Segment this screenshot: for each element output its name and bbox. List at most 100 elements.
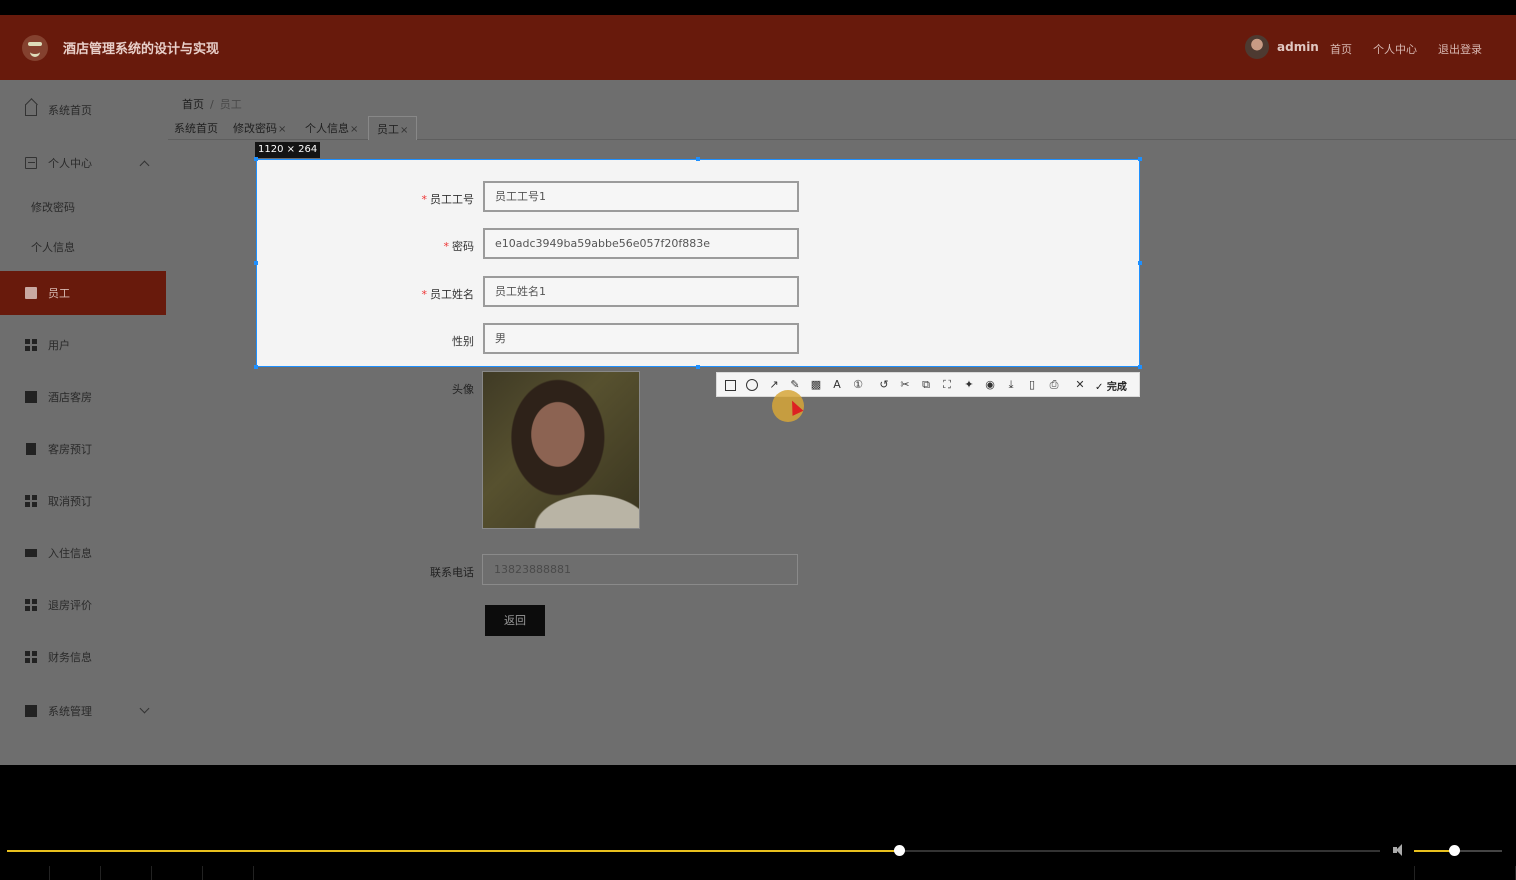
resize-handle[interactable] — [254, 261, 258, 265]
copy-icon[interactable]: ⧉ — [919, 378, 933, 392]
number-icon[interactable]: ① — [851, 378, 865, 392]
staff-name-field[interactable]: 员工姓名1 — [483, 276, 799, 307]
arrow-icon[interactable]: ↗ — [767, 378, 781, 392]
phone-field[interactable]: 13823888881 — [482, 554, 798, 585]
volume-handle[interactable] — [1448, 845, 1460, 856]
sidebar-item-hotel-rooms[interactable]: 酒店客房 — [0, 375, 166, 419]
resize-handle[interactable] — [1138, 261, 1142, 265]
download-icon[interactable]: ⤓ — [1004, 378, 1018, 392]
tab-system-home[interactable]: 系统首页 — [174, 116, 218, 140]
gender-field[interactable]: 男 — [483, 323, 799, 354]
video-player-bar — [0, 838, 1516, 880]
player-cell[interactable] — [153, 866, 203, 880]
sidebar-item-finance-info[interactable]: 财务信息 — [0, 635, 166, 679]
sidebar-item-checkout-review[interactable]: 退房评价 — [0, 583, 166, 627]
resize-handle[interactable] — [696, 365, 700, 369]
nav-link-home[interactable]: 首页 — [1330, 41, 1352, 57]
sidebar-item-label: 入住信息 — [48, 547, 92, 560]
chart-icon — [25, 391, 37, 403]
sidebar-item-label: 用户 — [48, 339, 70, 352]
sidebar-subitem-personal-info[interactable]: 个人信息 — [31, 239, 75, 255]
player-cell[interactable] — [0, 866, 50, 880]
bookmark-icon[interactable]: ⎙ — [1047, 378, 1061, 392]
chevron-up-icon — [139, 160, 150, 171]
sidebar-item-room-booking[interactable]: 客房预订 — [0, 427, 166, 471]
sidebar-item-label: 酒店客房 — [48, 391, 92, 404]
rectangle-icon[interactable] — [725, 380, 736, 391]
sidebar-item-users[interactable]: 用户 — [0, 323, 166, 367]
chevron-down-icon — [139, 703, 150, 714]
progress-handle[interactable] — [894, 845, 906, 856]
player-cell[interactable] — [102, 866, 152, 880]
volume-slider[interactable] — [1414, 845, 1502, 856]
grid-icon — [25, 339, 37, 351]
player-cell[interactable] — [51, 866, 101, 880]
staff-id-field[interactable]: 员工工号1 — [483, 181, 799, 212]
sidebar-item-cancel-booking[interactable]: 取消预订 — [0, 479, 166, 523]
ticket-icon — [25, 549, 37, 557]
phone-label: 联系电话 — [430, 566, 474, 579]
hotel-logo-icon — [22, 35, 48, 61]
screenshot-selection[interactable]: * 员工工号 员工工号1 * 密码 e10adc3949ba59abbe56e057… — [254, 157, 1142, 369]
sidebar-item-home[interactable]: 系统首页 — [0, 88, 166, 132]
tab-personal-info[interactable]: 个人信息× — [305, 116, 358, 140]
sidebar-item-label: 个人中心 — [48, 157, 92, 170]
fullscreen-icon[interactable]: ⛶ — [940, 378, 954, 392]
circle-icon[interactable] — [746, 379, 758, 391]
progress-fill — [7, 850, 900, 852]
check-icon: ✓ — [1095, 382, 1104, 393]
resize-handle[interactable] — [254, 157, 258, 161]
done-button[interactable]: ✓ 完成 — [1095, 378, 1127, 393]
app-window: 酒店管理系统的设计与实现 admin 首页 个人中心 退出登录 系统首页 个人中… — [0, 15, 1516, 765]
avatar-label: 头像 — [452, 383, 474, 396]
progress-bar[interactable] — [7, 845, 1380, 856]
password-label: * 密码 — [443, 240, 475, 253]
sidebar-item-profile-center[interactable]: 个人中心 — [0, 141, 166, 185]
cancel-icon[interactable]: ✕ — [1073, 378, 1087, 392]
phone-icon[interactable]: ▯ — [1025, 378, 1039, 392]
tab-bar: 系统首页 修改密码× 个人信息× 员工× — [168, 116, 1516, 140]
user-avatar[interactable] — [1245, 35, 1269, 59]
sidebar-subitem-change-password[interactable]: 修改密码 — [31, 199, 75, 215]
resize-handle[interactable] — [696, 157, 700, 161]
breadcrumb-current: 员工 — [219, 98, 242, 111]
password-field[interactable]: e10adc3949ba59abbe56e057f20f883e — [483, 228, 799, 259]
breadcrumb: 首页 / 员工 — [182, 96, 242, 112]
staff-id-label: * 员工工号 — [421, 193, 475, 206]
volume-fill — [1414, 850, 1454, 852]
nav-link-logout[interactable]: 退出登录 — [1438, 41, 1482, 57]
mosaic-icon[interactable]: ▩ — [809, 378, 823, 392]
cut-icon[interactable]: ✂ — [898, 378, 912, 392]
breadcrumb-home[interactable]: 首页 — [182, 98, 204, 111]
player-cell[interactable] — [1414, 866, 1516, 880]
pin-icon[interactable]: ✦ — [962, 378, 976, 392]
tab-change-password[interactable]: 修改密码× — [233, 116, 286, 140]
briefcase-icon — [25, 287, 37, 299]
nav-link-profile[interactable]: 个人中心 — [1373, 41, 1417, 57]
player-cell[interactable] — [204, 866, 254, 880]
tab-staff[interactable]: 员工× — [368, 116, 418, 140]
text-icon[interactable]: A — [830, 378, 844, 392]
avatar-image — [482, 371, 640, 529]
record-icon[interactable]: ◉ — [983, 378, 997, 392]
sidebar-item-label: 系统首页 — [48, 104, 92, 117]
tab-label: 系统首页 — [174, 122, 218, 135]
sidebar-item-checkin-info[interactable]: 入住信息 — [0, 531, 166, 575]
resize-handle[interactable] — [1138, 365, 1142, 369]
close-icon[interactable]: × — [400, 125, 408, 136]
profile-card-icon — [25, 157, 37, 169]
close-icon[interactable]: × — [350, 124, 358, 135]
resize-handle[interactable] — [1138, 157, 1142, 161]
sidebar-item-label: 系统管理 — [48, 705, 92, 718]
sidebar-item-label: 退房评价 — [48, 599, 92, 612]
volume-icon[interactable] — [1393, 844, 1407, 856]
selection-size-label: 1120 × 264 — [255, 142, 321, 158]
sidebar-item-system-management[interactable]: 系统管理 — [0, 689, 166, 733]
resize-handle[interactable] — [254, 365, 258, 369]
undo-icon[interactable]: ↺ — [877, 378, 891, 392]
username[interactable]: admin — [1277, 40, 1319, 54]
sidebar-item-staff[interactable]: 员工 — [0, 271, 166, 315]
return-button[interactable]: 返回 — [485, 605, 545, 636]
close-icon[interactable]: × — [278, 124, 286, 135]
sidebar-item-label: 员工 — [48, 287, 70, 300]
